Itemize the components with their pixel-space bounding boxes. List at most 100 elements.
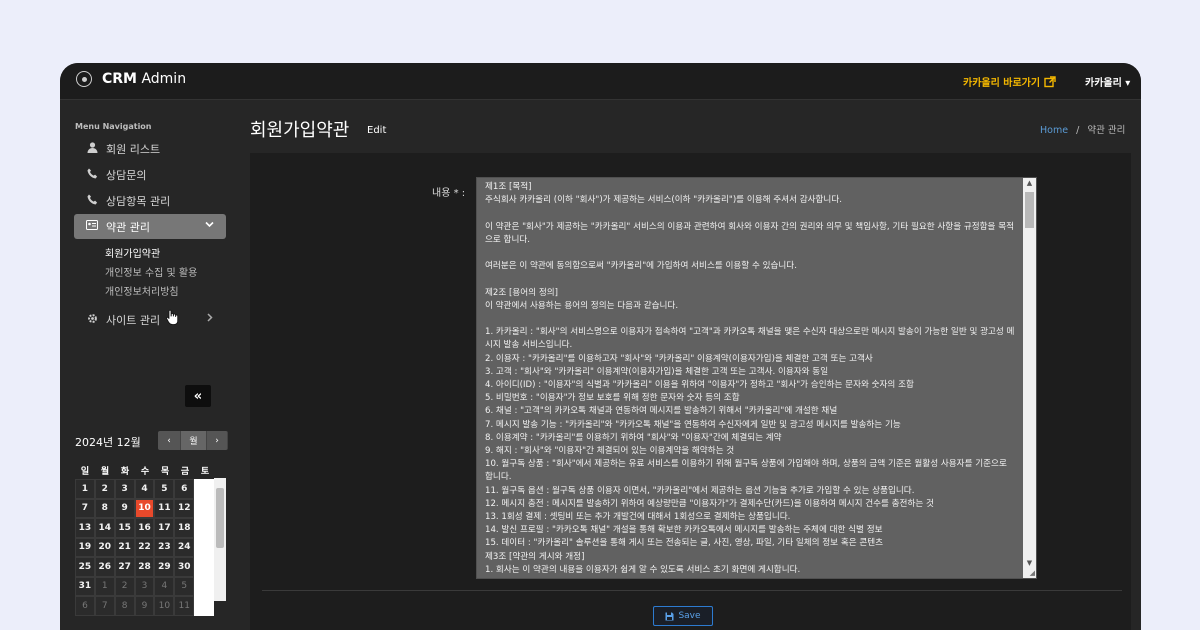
- calendar-day[interactable]: 12: [174, 498, 195, 518]
- chevron-right-icon: [205, 312, 214, 325]
- calendar-day[interactable]: 21: [114, 537, 135, 557]
- page-title: 회원가입약관: [250, 120, 350, 141]
- calendar-day[interactable]: 19: [75, 537, 95, 557]
- calendar-day[interactable]: 26: [94, 557, 115, 577]
- calendar-day[interactable]: 11: [174, 596, 195, 616]
- calendar-day[interactable]: 7: [94, 596, 115, 616]
- save-icon: [665, 612, 674, 620]
- scroll-up-icon[interactable]: ▲: [1023, 179, 1036, 187]
- calendar-prev-button[interactable]: ‹: [158, 431, 181, 450]
- calendar-day[interactable]: 28: [134, 557, 155, 577]
- external-link-icon: [1044, 75, 1056, 87]
- calendar-day[interactable]: 23: [154, 537, 175, 557]
- scrollbar-thumb[interactable]: [216, 488, 224, 548]
- breadcrumb-current: 약관 관리: [1087, 125, 1126, 136]
- save-button[interactable]: Save: [653, 606, 713, 626]
- sidebar-collapse-button[interactable]: «: [185, 385, 211, 407]
- calendar-day[interactable]: 15: [114, 518, 135, 538]
- sidebar-item-consultation[interactable]: 상담문의: [74, 162, 226, 187]
- calendar-next-button[interactable]: ›: [207, 431, 228, 450]
- app-window: CRM Admin 카카올리 바로가기 카카올리 ▾ Menu Navigati…: [60, 63, 1141, 630]
- calendar-day[interactable]: 22: [134, 537, 155, 557]
- calendar-day[interactable]: 17: [154, 518, 175, 538]
- calendar-month-button[interactable]: 월: [181, 431, 207, 450]
- user-icon: [85, 141, 99, 156]
- textarea-scrollbar[interactable]: ▲ ▼: [1023, 178, 1036, 578]
- calendar-day[interactable]: 13: [75, 518, 95, 538]
- calendar-day[interactable]: 11: [154, 498, 175, 518]
- calendar-day[interactable]: 20: [94, 537, 115, 557]
- calendar-day[interactable]: 1: [94, 576, 115, 596]
- calendar-day[interactable]: 9: [114, 498, 135, 518]
- calendar-day[interactable]: 1: [75, 479, 95, 499]
- calendar-day[interactable]: 10: [134, 498, 155, 518]
- calendar-day[interactable]: 16: [134, 518, 155, 538]
- calendar-scrollbar[interactable]: [214, 478, 226, 601]
- calendar-day[interactable]: 10: [154, 596, 175, 616]
- chevron-down-icon: [205, 219, 214, 232]
- kakaoli-shortcut-link[interactable]: 카카올리 바로가기: [963, 74, 1056, 89]
- calendar-day[interactable]: 5: [154, 479, 175, 499]
- calendar-weekday-header: 일월화수목금토: [75, 464, 227, 478]
- scrollbar-thumb[interactable]: [1025, 192, 1034, 228]
- calendar-day[interactable]: 29: [154, 557, 175, 577]
- mini-calendar: 일월화수목금토 1 2 3 4 5 6 7 8 9 10 11 12 13 14 15 16 17 18 19 20 2…: [75, 464, 227, 616]
- phone-icon: [85, 194, 99, 208]
- calendar-day[interactable]: 3: [134, 576, 155, 596]
- brand-name: CRM Admin: [102, 71, 187, 87]
- sidebar-item-terms[interactable]: 약관 관리: [74, 214, 226, 239]
- calendar-weekday: 화: [120, 467, 130, 477]
- calendar-weekday: 수: [140, 467, 150, 477]
- top-navbar: CRM Admin 카카올리 바로가기 카카올리 ▾: [60, 63, 1141, 100]
- calendar-weekday: 일: [80, 467, 90, 477]
- calendar-weekday: 금: [180, 467, 190, 477]
- gear-icon: [85, 313, 99, 327]
- calendar-day[interactable]: 7: [75, 498, 95, 518]
- calendar-weekday: 목: [160, 467, 170, 477]
- content-text[interactable]: 제1조 [목적] 주식회사 카카올리 (이하 "회사")가 제공하는 서비스(이…: [485, 181, 1015, 577]
- calendar-day[interactable]: 4: [154, 576, 175, 596]
- sidebar-item-member-list[interactable]: 회원 리스트: [74, 136, 226, 161]
- calendar-nav: ‹ 월 ›: [158, 431, 228, 450]
- breadcrumb-home-link[interactable]: Home: [1040, 125, 1068, 136]
- calendar-title: 2024년 12월: [75, 436, 141, 449]
- brand[interactable]: CRM Admin: [76, 71, 186, 87]
- divider: [262, 590, 1122, 591]
- scroll-down-icon[interactable]: ▼: [1023, 559, 1036, 567]
- content-label: 내용 * :: [432, 188, 466, 199]
- menu-heading: Menu Navigation: [75, 122, 152, 131]
- user-dropdown[interactable]: 카카올리 ▾: [1085, 74, 1130, 89]
- phone-icon: [85, 168, 99, 182]
- id-card-icon: [85, 220, 99, 233]
- resize-handle-icon[interactable]: ◢: [1030, 569, 1035, 577]
- calendar-day[interactable]: 25: [75, 557, 95, 577]
- calendar-day[interactable]: 5: [174, 576, 195, 596]
- calendar-day[interactable]: 27: [114, 557, 135, 577]
- edit-card: 내용 * : 제1조 [목적] 주식회사 카카올리 (이하 "회사")가 제공하…: [250, 153, 1131, 630]
- sub-item-signup-terms[interactable]: 회원가입약관: [105, 245, 160, 260]
- calendar-day[interactable]: 3: [114, 479, 135, 499]
- sidebar: Menu Navigation 회원 리스트 상담문의 상담항목 관리 약관 관…: [60, 100, 237, 630]
- calendar-day[interactable]: 6: [75, 596, 95, 616]
- calendar-day[interactable]: 2: [114, 576, 135, 596]
- calendar-weekday: 토: [200, 467, 210, 477]
- calendar-day[interactable]: 4: [134, 479, 155, 499]
- calendar-day[interactable]: 9: [134, 596, 155, 616]
- calendar-day[interactable]: 24: [174, 537, 195, 557]
- calendar-day[interactable]: 30: [174, 557, 195, 577]
- sub-item-privacy-policy[interactable]: 개인정보처리방침: [105, 283, 179, 298]
- calendar-day[interactable]: 31: [75, 576, 95, 596]
- sub-item-privacy-collection[interactable]: 개인정보 수집 및 활용: [105, 264, 197, 279]
- calendar-day[interactable]: 18: [174, 518, 195, 538]
- calendar-day[interactable]: 8: [114, 596, 135, 616]
- calendar-day[interactable]: 8: [94, 498, 115, 518]
- calendar-day[interactable]: 6: [174, 479, 195, 499]
- content-textarea[interactable]: 제1조 [목적] 주식회사 카카올리 (이하 "회사")가 제공하는 서비스(이…: [476, 177, 1037, 579]
- sidebar-item-consultation-items[interactable]: 상담항목 관리: [74, 188, 226, 213]
- calendar-day[interactable]: 2: [94, 479, 115, 499]
- sidebar-item-site-settings[interactable]: 사이트 관리: [74, 307, 226, 332]
- calendar-day[interactable]: 14: [94, 518, 115, 538]
- breadcrumb-separator: /: [1076, 125, 1080, 136]
- calendar-day-grid: 1 2 3 4 5 6 7 8 9 10 11 12 13 14 15 16 17 18 19 20 21 22 23 24 2…: [75, 479, 214, 616]
- page-subtitle: Edit: [367, 125, 387, 136]
